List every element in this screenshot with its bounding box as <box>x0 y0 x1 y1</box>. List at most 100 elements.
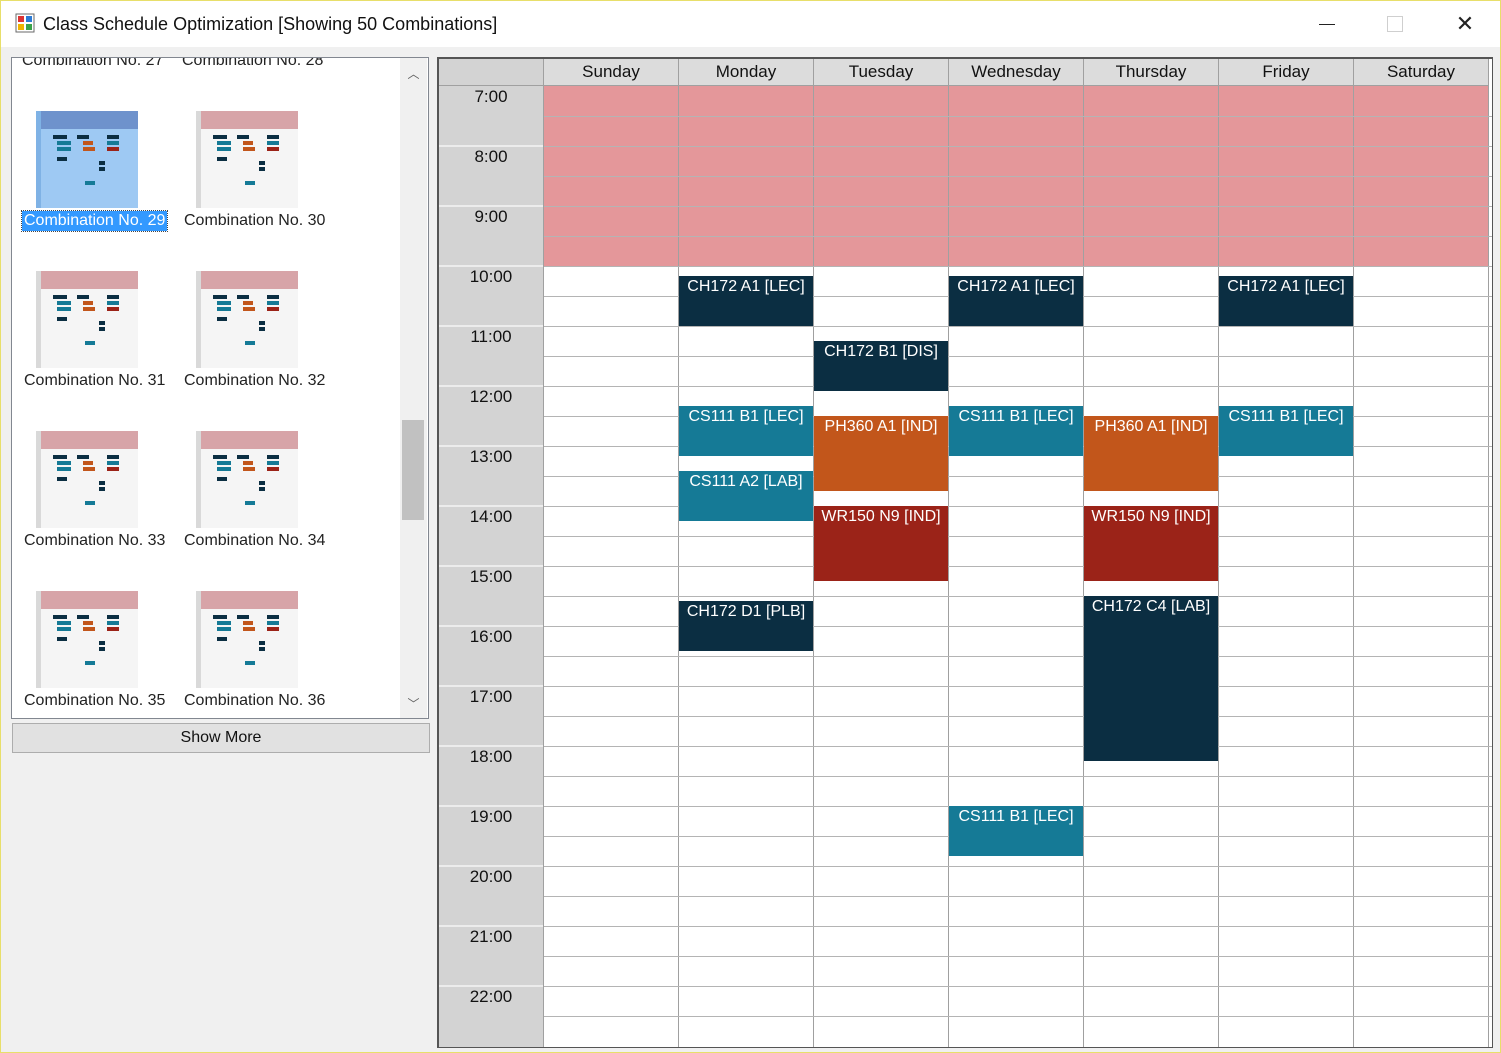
grid-row-divider <box>544 746 1492 747</box>
show-more-button[interactable]: Show More <box>12 723 430 753</box>
grid-corner <box>439 59 544 86</box>
combination-item[interactable]: Combination No. 34 <box>172 378 332 549</box>
combination-item[interactable]: Combination No. 36 <box>172 538 332 709</box>
class-block[interactable]: CS111 A2 [LAB] <box>679 471 813 521</box>
class-block[interactable]: CH172 D1 [PLB] <box>679 601 813 651</box>
class-block[interactable]: CS111 B1 [LEC] <box>1219 406 1353 456</box>
window-title: Class Schedule Optimization [Showing 50 … <box>43 14 498 34</box>
thumbnail-class-bar <box>267 467 279 471</box>
close-button[interactable]: ✕ <box>1431 1 1499 47</box>
thumbnail-class-bar <box>217 621 231 625</box>
hour-divider <box>439 685 543 687</box>
thumbnail-class-bar <box>213 295 227 299</box>
hour-divider <box>439 145 543 147</box>
class-block[interactable]: CH172 A1 [LEC] <box>1219 276 1353 326</box>
thumbnail-class-bar <box>245 501 255 505</box>
maximize-icon <box>1387 16 1403 32</box>
class-block[interactable]: CS111 B1 [LEC] <box>949 806 1083 856</box>
thumbnail-class-bar <box>107 627 119 631</box>
hour-divider <box>439 265 543 267</box>
class-block[interactable]: PH360 A1 [IND] <box>1084 416 1218 491</box>
time-label: 14:00 <box>469 507 513 526</box>
scroll-down-arrow-icon[interactable]: ﹀ <box>400 690 427 716</box>
grid-row-divider <box>544 956 1492 957</box>
maximize-button[interactable] <box>1361 1 1429 47</box>
hour-divider <box>439 385 543 387</box>
class-block[interactable]: CH172 A1 [LEC] <box>949 276 1083 326</box>
vertical-scrollbar[interactable]: ︿ ﹀ <box>400 58 427 718</box>
thumbnail-class-bar <box>53 295 67 299</box>
class-block[interactable]: CH172 C4 [LAB] <box>1084 596 1218 761</box>
scroll-thumb[interactable] <box>402 420 424 520</box>
hour-divider <box>439 985 543 987</box>
class-block[interactable]: CS111 B1 [LEC] <box>679 406 813 456</box>
close-icon: ✕ <box>1455 11 1475 36</box>
grid-row-divider <box>544 716 1492 717</box>
class-block[interactable]: WR150 N9 [IND] <box>814 506 948 581</box>
thumbnail-class-bar <box>83 307 95 311</box>
thumbnail-blocked-band <box>201 591 298 609</box>
class-block[interactable]: CH172 B1 [DIS] <box>814 341 948 391</box>
thumbnail-class-bar <box>77 615 89 619</box>
thumbnail-class-bar <box>107 461 119 465</box>
combination-item[interactable]: Combination No. 32 <box>172 218 332 389</box>
day-header: Sunday <box>544 59 679 86</box>
grid-row-divider <box>544 356 1492 357</box>
combination-thumbnail[interactable] <box>36 431 138 528</box>
day-header: Friday <box>1219 59 1354 86</box>
combination-label: Combination No. 35 <box>24 692 166 709</box>
combination-thumbnail[interactable] <box>36 591 138 688</box>
thumbnail-class-bar <box>57 157 67 161</box>
grid-row-divider <box>544 1016 1492 1017</box>
thumbnail-class-bar <box>57 627 71 631</box>
time-column: 7:00 8:00 9:00 10:00 11:00 12:00 13:00 14:00 15:… <box>439 86 544 1047</box>
thumbnail-class-bar <box>259 161 265 165</box>
time-label: 7:00 <box>474 87 508 106</box>
thumbnail-class-bar <box>57 467 71 471</box>
thumbnail-class-bar <box>237 455 249 459</box>
grid-row-divider <box>544 896 1492 897</box>
thumbnail-class-bar <box>267 615 279 619</box>
thumbnail-class-bar <box>259 487 265 491</box>
time-label: 9:00 <box>474 207 508 226</box>
thumbnail-class-bar <box>53 455 67 459</box>
day-header: Saturday <box>1354 59 1489 86</box>
class-block[interactable]: CS111 B1 [LEC] <box>949 406 1083 456</box>
combination-item[interactable]: Combination No. 29 <box>12 58 172 232</box>
time-label: 8:00 <box>474 147 508 166</box>
time-label: 10:00 <box>469 267 513 286</box>
thumbnail-class-bar <box>57 461 71 465</box>
combination-thumbnail[interactable] <box>196 111 298 208</box>
combination-thumbnail[interactable] <box>196 591 298 688</box>
thumbnail-class-bar <box>245 661 255 665</box>
thumbnail-class-bar <box>53 135 67 139</box>
grid-row-divider <box>544 656 1492 657</box>
combination-list[interactable]: Combination No. 27 Combination No. 28 Co… <box>11 57 429 719</box>
thumbnail-class-bar <box>259 167 265 171</box>
thumbnail-class-bar <box>217 307 231 311</box>
combination-thumbnail[interactable] <box>36 111 138 208</box>
thumbnail-class-bar <box>259 327 265 331</box>
combination-item[interactable]: Combination No. 31 <box>12 218 172 389</box>
class-block[interactable]: PH360 A1 [IND] <box>814 416 948 491</box>
thumbnail-class-bar <box>107 147 119 151</box>
combination-item[interactable]: Combination No. 33 <box>12 378 172 549</box>
thumbnail-class-bar <box>237 295 249 299</box>
scroll-up-arrow-icon[interactable]: ︿ <box>400 60 427 86</box>
day-header: Tuesday <box>814 59 949 86</box>
thumbnail-class-bar <box>83 621 93 625</box>
combination-thumbnail[interactable] <box>36 271 138 368</box>
class-block[interactable]: WR150 N9 [IND] <box>1084 506 1218 581</box>
thumbnail-class-bar <box>259 321 265 325</box>
thumbnail-class-bar <box>107 455 119 459</box>
class-block[interactable]: CH172 A1 [LEC] <box>679 276 813 326</box>
combination-item[interactable]: Combination No. 35 <box>12 538 172 709</box>
hour-divider <box>439 505 543 507</box>
time-label: 20:00 <box>469 867 513 886</box>
minimize-button[interactable] <box>1293 1 1361 47</box>
combination-item[interactable]: Combination No. 30 <box>172 58 332 229</box>
combination-thumbnail[interactable] <box>196 431 298 528</box>
combination-thumbnail[interactable] <box>196 271 298 368</box>
thumbnail-class-bar <box>267 461 279 465</box>
thumbnail-class-bar <box>243 307 255 311</box>
